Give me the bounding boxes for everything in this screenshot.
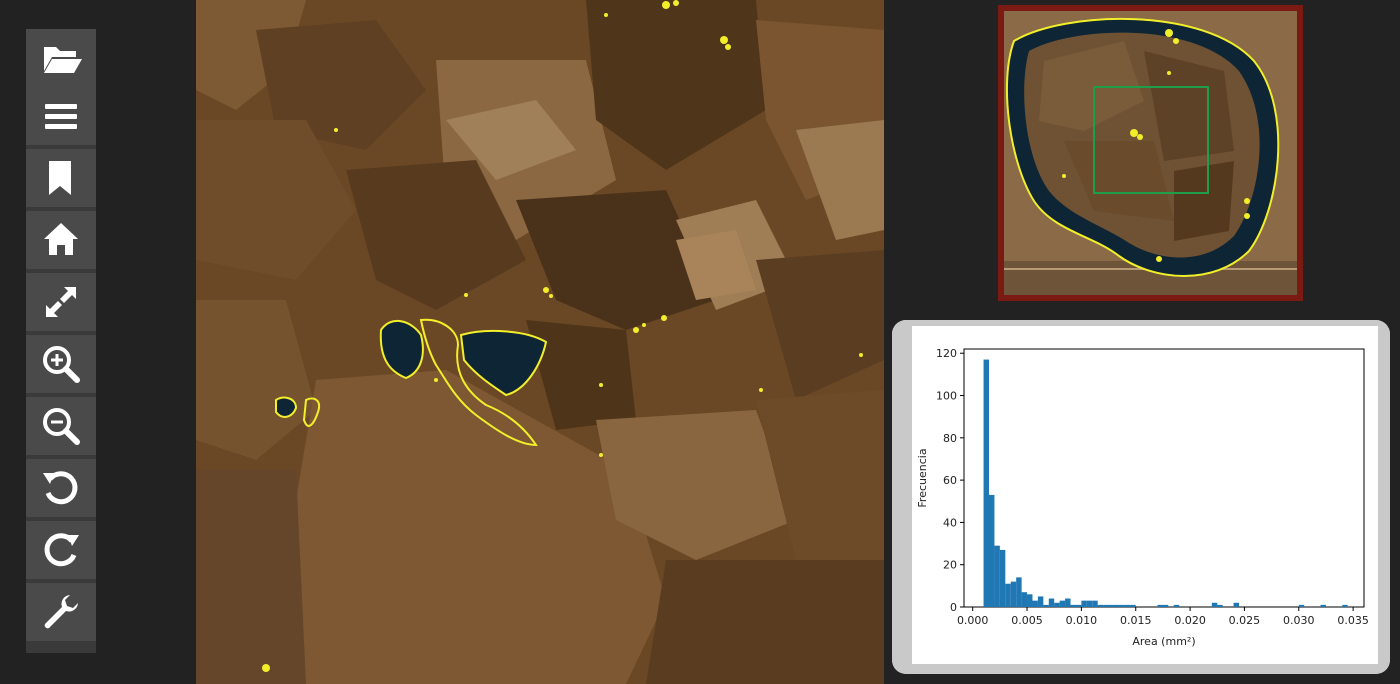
- image-viewer[interactable]: [196, 0, 884, 684]
- histogram-bar: [1043, 604, 1049, 607]
- histogram-bar: [1054, 602, 1060, 607]
- histogram-bar: [1005, 583, 1011, 607]
- x-tick-label: 0.000: [957, 614, 989, 627]
- histogram-bar: [1032, 600, 1038, 607]
- zoom-in-button[interactable]: [26, 335, 96, 393]
- histogram-bar: [1065, 598, 1071, 607]
- y-tick-label: 0: [950, 601, 957, 614]
- histogram-bar: [1097, 604, 1104, 607]
- settings-button[interactable]: [26, 583, 96, 641]
- histogram-bar: [1010, 581, 1017, 607]
- y-tick-label: 40: [943, 516, 957, 529]
- x-tick-label: 0.020: [1174, 614, 1206, 627]
- thin-section-image[interactable]: [196, 0, 884, 684]
- wrench-icon: [44, 595, 78, 629]
- x-tick-label: 0.010: [1066, 614, 1098, 627]
- home-icon: [44, 223, 78, 255]
- zoom-in-icon: [43, 346, 80, 383]
- histogram-bar: [1173, 604, 1180, 607]
- home-button[interactable]: [26, 211, 96, 269]
- histogram-bar: [1217, 604, 1223, 607]
- plot-area: [963, 348, 1365, 608]
- histogram-bar: [1059, 600, 1066, 607]
- histogram-bar: [1103, 604, 1109, 607]
- histogram-bar: [1233, 602, 1239, 607]
- fullscreen-button[interactable]: [26, 273, 96, 331]
- folder-open-icon: [44, 47, 82, 73]
- histogram-bar: [1016, 577, 1022, 607]
- histogram-bar: [1211, 602, 1218, 607]
- rotate-left-icon: [43, 471, 78, 505]
- y-tick-label: 80: [943, 432, 957, 445]
- bookmark-icon: [49, 161, 71, 195]
- histogram-bar: [1108, 604, 1114, 607]
- rotate-right-icon: [44, 533, 79, 567]
- histogram-bar: [1298, 604, 1305, 607]
- rotate-left-button[interactable]: [26, 459, 96, 517]
- open-button[interactable]: [26, 29, 96, 87]
- menu-icon: [45, 104, 77, 129]
- histogram-bar: [1320, 604, 1326, 607]
- histogram-bar: [994, 545, 1000, 607]
- histogram-bar: [1162, 604, 1169, 607]
- minimap-image[interactable]: [1004, 11, 1297, 295]
- zoom-out-button[interactable]: [26, 397, 96, 455]
- x-tick-label: 0.030: [1283, 614, 1315, 627]
- histogram-bar: [1119, 604, 1125, 607]
- area-histogram-chart: 0.000 0.005 0.010 0.015 0.020 0.025 0.030 0.035…: [892, 320, 1390, 674]
- rotate-right-button[interactable]: [26, 521, 96, 579]
- histogram-bar: [989, 494, 995, 607]
- histogram-panel: 0.000 0.005 0.010 0.015 0.020 0.025 0.030 0.035…: [892, 320, 1390, 674]
- histogram-bar: [1124, 604, 1131, 607]
- histogram-bar: [1092, 600, 1098, 607]
- menu-button[interactable]: [26, 87, 96, 145]
- histogram-bar: [983, 359, 989, 607]
- histogram-bar: [1114, 604, 1120, 607]
- y-tick-label: 60: [943, 474, 957, 487]
- histogram-bar: [1130, 604, 1136, 607]
- histogram-bar: [1342, 604, 1348, 607]
- histogram-bar: [1048, 598, 1055, 607]
- histogram-bar: [999, 549, 1006, 607]
- histogram-bar: [1075, 604, 1082, 607]
- navigator-minimap[interactable]: [998, 5, 1303, 301]
- toolbar: [26, 29, 96, 653]
- y-tick-label: 120: [936, 347, 957, 360]
- histogram-bar: [1157, 604, 1163, 607]
- histogram-bar: [1037, 596, 1044, 607]
- histogram-bar: [1070, 604, 1076, 607]
- x-tick-label: 0.015: [1120, 614, 1152, 627]
- y-tick-label: 20: [943, 559, 957, 572]
- fullscreen-icon: [46, 287, 76, 317]
- histogram-bar: [1086, 600, 1093, 607]
- x-tick-label: 0.035: [1337, 614, 1369, 627]
- x-tick-label: 0.005: [1011, 614, 1043, 627]
- histogram-bar: [1081, 600, 1087, 607]
- zoom-out-icon: [43, 408, 80, 445]
- bookmark-button[interactable]: [26, 149, 96, 207]
- x-tick-label: 0.025: [1229, 614, 1261, 627]
- histogram-bar: [1021, 592, 1028, 607]
- y-axis-label: Frecuencia: [916, 448, 929, 507]
- y-tick-label: 100: [936, 390, 957, 403]
- histogram-bar: [1027, 594, 1033, 607]
- x-axis-label: Area (mm²): [1132, 635, 1195, 648]
